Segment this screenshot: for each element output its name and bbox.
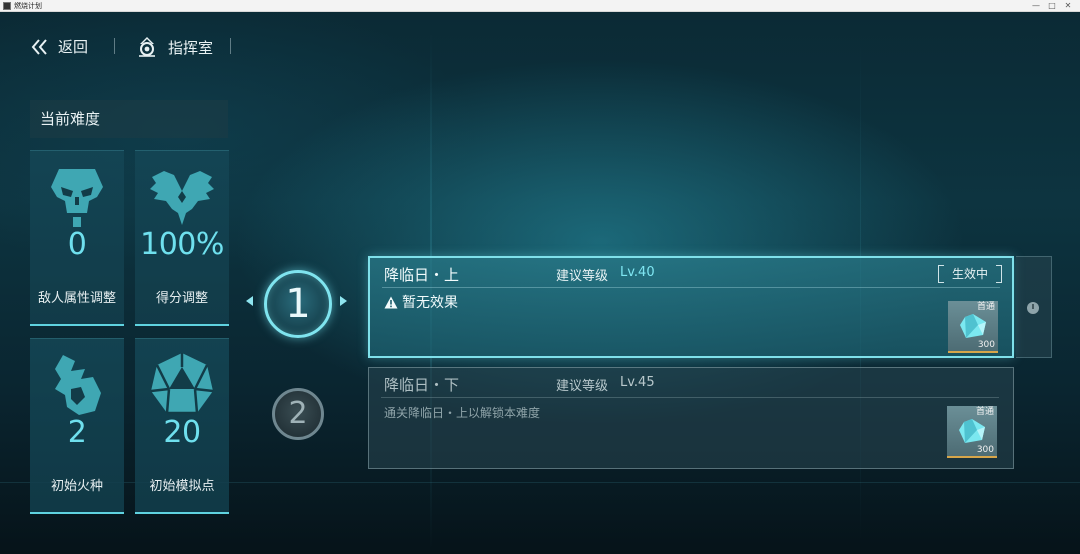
stage-2-reward[interactable]: 首通 300: [947, 406, 997, 458]
difficulty-card-score[interactable]: 100% 得分调整: [135, 150, 229, 326]
first-clear-tag: 首通: [975, 407, 994, 417]
stage-2-level-label: 建议等级: [556, 379, 609, 394]
previous-difficulty-arrow-icon[interactable]: [246, 296, 253, 306]
initial-flame-label: 初始火种: [50, 479, 103, 494]
difficulty-card-enemy-stats[interactable]: 0 敌人属性调整: [30, 150, 124, 326]
game-stage: 返回 指挥室 当前难度 0 敌人属性调整 100% 得分调整 2 初始火种 20…: [0, 12, 1080, 554]
flame-emblem-icon: [30, 349, 124, 419]
stage-1-effect: 暂无效果: [384, 292, 458, 312]
maximize-button[interactable]: □: [1046, 1, 1058, 11]
stage-2-name: 降临日・下: [384, 376, 460, 394]
enemy-skull-icon: [30, 161, 124, 231]
initial-flame-value: 2: [67, 415, 87, 450]
window-title: 燃烧计划: [14, 2, 42, 10]
enemy-stats-value: 0: [67, 227, 87, 262]
double-chevron-left-icon: [31, 38, 47, 55]
initial-sim-points-value: 20: [163, 415, 201, 450]
score-value: 100%: [140, 227, 224, 262]
stage-1-level-value: Lv.40: [620, 265, 655, 280]
back-button[interactable]: 返回: [30, 36, 88, 57]
window-titlebar: 燃烧计划 — □ ✕: [0, 0, 1080, 12]
difficulty-card-initial-sim-points[interactable]: 20 初始模拟点: [135, 338, 229, 514]
reward-count: 300: [977, 340, 995, 350]
nav-divider: [114, 38, 115, 54]
stage-2-unlock-note: 通关降临日・上以解锁本难度: [384, 406, 541, 420]
stage-1-selector[interactable]: 1: [264, 270, 332, 338]
stage-1-timer-tab[interactable]: [1016, 256, 1052, 358]
stage-1-level-label: 建议等级: [556, 269, 609, 284]
first-clear-tag: 首通: [976, 302, 995, 312]
stage-2-divider: [381, 397, 999, 398]
stage-1-status-badge: 生效中: [938, 264, 1002, 284]
command-room-label: 指挥室: [168, 38, 214, 57]
eagle-emblem-icon: [135, 161, 229, 231]
back-label: 返回: [58, 38, 89, 56]
next-difficulty-arrow-icon[interactable]: [340, 296, 347, 306]
polyhedron-icon: [135, 349, 229, 419]
app-icon: [3, 2, 11, 10]
crystal-gem-icon: [960, 314, 986, 338]
clock-icon: [1027, 302, 1039, 314]
difficulty-card-initial-flame[interactable]: 2 初始火种: [30, 338, 124, 514]
close-button[interactable]: ✕: [1062, 1, 1074, 11]
initial-sim-points-label: 初始模拟点: [149, 479, 215, 494]
stage-1-divider: [382, 287, 1000, 288]
stage-1-name: 降临日・上: [384, 266, 460, 284]
stage-1-reward[interactable]: 首通 300: [948, 301, 998, 353]
minimize-button[interactable]: —: [1030, 1, 1042, 11]
warning-icon: [384, 296, 398, 308]
nav-divider: [230, 38, 231, 54]
reward-count: 300: [976, 445, 994, 455]
crystal-gem-icon: [959, 419, 985, 443]
stage-2-panel[interactable]: 降临日・下 建议等级 Lv.45 通关降临日・上以解锁本难度 首通 300: [368, 367, 1014, 469]
stage-1-panel[interactable]: 降临日・上 建议等级 Lv.40 生效中 暂无效果 首通 300: [368, 256, 1014, 358]
command-room-icon: [139, 37, 155, 57]
enemy-stats-label: 敌人属性调整: [37, 291, 116, 306]
difficulty-header: 当前难度: [30, 100, 228, 138]
stage-1-effect-text: 暂无效果: [402, 295, 458, 311]
stage-2-level-value: Lv.45: [620, 375, 655, 390]
score-label: 得分调整: [155, 291, 208, 306]
stage-2-selector[interactable]: 2: [272, 388, 324, 440]
command-room-button[interactable]: 指挥室: [136, 36, 213, 58]
